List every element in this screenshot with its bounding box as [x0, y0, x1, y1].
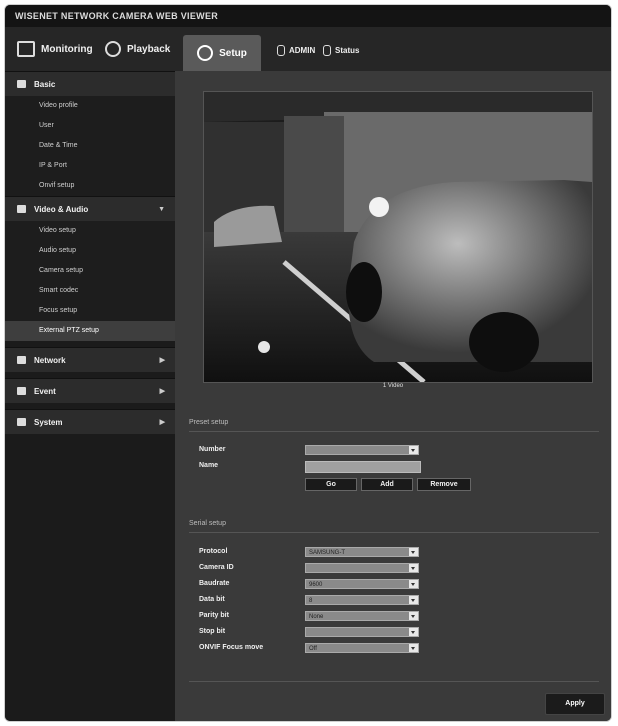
- chevron-down-icon: [409, 612, 418, 620]
- parity-bit-label: Parity bit: [199, 612, 229, 619]
- serial-setup-title: Serial setup: [189, 520, 226, 527]
- sidebar-item-user[interactable]: User: [5, 116, 175, 136]
- setup-label: Setup: [219, 47, 247, 59]
- baudrate-value: 9600: [309, 582, 323, 588]
- sidebar-item-ip-port[interactable]: IP & Port: [5, 156, 175, 176]
- sidebar-item-video-setup[interactable]: Video setup: [5, 221, 175, 241]
- sidebar: Basic Video profile User Date & Time IP …: [5, 71, 175, 721]
- sidebar-group-event[interactable]: Event ▶: [5, 378, 175, 403]
- user-label: ADMIN: [289, 46, 316, 55]
- playback-label: Playback: [127, 43, 171, 55]
- baudrate-label: Baudrate: [199, 580, 230, 587]
- sidebar-item-onvif-setup[interactable]: Onvif setup: [5, 176, 175, 196]
- preset-add-button[interactable]: Add: [361, 478, 413, 491]
- basic-icon: [17, 80, 26, 88]
- monitoring-label: Monitoring: [41, 43, 93, 55]
- data-bit-label: Data bit: [199, 596, 225, 603]
- status-button[interactable]: Status: [323, 45, 359, 56]
- sidebar-group-label: Video & Audio: [34, 204, 89, 214]
- playback-button[interactable]: Playback: [105, 35, 170, 63]
- sidebar-group-label: System: [34, 417, 63, 427]
- playback-icon: [105, 41, 121, 57]
- sidebar-item-camera-setup[interactable]: Camera setup: [5, 261, 175, 281]
- system-icon: [17, 418, 26, 426]
- preset-number-select[interactable]: [305, 445, 419, 455]
- onvif-focus-move-value: Off: [309, 646, 317, 652]
- chevron-down-icon: [409, 628, 418, 636]
- sidebar-item-external-ptz-setup[interactable]: External PTZ setup: [5, 321, 175, 341]
- tab-setup[interactable]: Setup: [183, 35, 261, 71]
- parity-bit-value: None: [309, 614, 324, 620]
- sidebar-group-network[interactable]: Network ▶: [5, 347, 175, 372]
- section-divider: [189, 532, 599, 533]
- preview-caption: 1 Video: [382, 383, 404, 389]
- sidebar-group-label: Event: [34, 386, 56, 396]
- onvif-focus-move-select[interactable]: Off: [305, 643, 419, 653]
- data-bit-value: 8: [309, 598, 313, 604]
- preset-number-label: Number: [199, 446, 226, 453]
- sidebar-item-focus-setup[interactable]: Focus setup: [5, 301, 175, 321]
- app-title: WISENET NETWORK CAMERA WEB VIEWER: [5, 5, 611, 27]
- top-navigation: Monitoring Playback Setup ADMIN Status: [5, 27, 611, 72]
- data-bit-select[interactable]: 8: [305, 595, 419, 605]
- main-content: 1 Video Preset setup Number Name Go Add …: [175, 71, 611, 721]
- sidebar-item-audio-setup[interactable]: Audio setup: [5, 241, 175, 261]
- user-icon: [277, 45, 285, 56]
- status-icon: [323, 45, 331, 56]
- status-label: Status: [335, 46, 360, 55]
- sidebar-group-system[interactable]: System ▶: [5, 409, 175, 434]
- chevron-down-icon: [409, 446, 418, 454]
- chevron-down-icon: [409, 564, 418, 572]
- stop-bit-select[interactable]: [305, 627, 419, 637]
- camera-preview-image: [204, 92, 592, 382]
- camera-preview: [203, 91, 593, 383]
- sidebar-group-basic[interactable]: Basic: [5, 71, 175, 96]
- apply-button[interactable]: Apply: [545, 693, 605, 715]
- protocol-value: SAMSUNG-T: [309, 550, 345, 556]
- chevron-down-icon: ▼: [158, 205, 165, 213]
- monitoring-button[interactable]: Monitoring: [17, 35, 93, 63]
- sidebar-group-video-audio[interactable]: Video & Audio ▼: [5, 196, 175, 221]
- preset-remove-button[interactable]: Remove: [417, 478, 471, 491]
- parity-bit-select[interactable]: None: [305, 611, 419, 621]
- camera-id-label: Camera ID: [199, 564, 234, 571]
- chevron-down-icon: [409, 644, 418, 652]
- chevron-down-icon: [409, 548, 418, 556]
- section-divider: [189, 681, 599, 682]
- gear-icon: [197, 45, 214, 61]
- sidebar-item-video-profile[interactable]: Video profile: [5, 96, 175, 116]
- preset-name-input[interactable]: [305, 461, 421, 473]
- chevron-right-icon: ▶: [159, 419, 165, 426]
- video-audio-icon: [17, 205, 26, 213]
- onvif-focus-move-label: ONVIF Focus move: [199, 644, 264, 651]
- sidebar-item-smart-codec[interactable]: Smart codec: [5, 281, 175, 301]
- app-window: WISENET NETWORK CAMERA WEB VIEWER Monito…: [4, 4, 612, 722]
- protocol-select[interactable]: SAMSUNG-T: [305, 547, 419, 557]
- chevron-right-icon: ▶: [159, 357, 165, 364]
- stop-bit-label: Stop bit: [199, 628, 226, 635]
- chevron-down-icon: [409, 596, 418, 604]
- network-icon: [17, 356, 26, 364]
- section-divider: [189, 431, 599, 432]
- camera-id-select[interactable]: [305, 563, 419, 573]
- preset-setup-title: Preset setup: [189, 419, 229, 426]
- user-menu[interactable]: ADMIN: [277, 45, 315, 56]
- protocol-label: Protocol: [199, 548, 228, 555]
- sidebar-group-label: Network: [34, 355, 66, 365]
- chevron-right-icon: ▶: [159, 388, 165, 395]
- chevron-down-icon: [409, 580, 418, 588]
- event-icon: [17, 387, 26, 395]
- monitor-icon: [17, 41, 35, 57]
- preset-name-label: Name: [199, 462, 219, 469]
- sidebar-item-date-time[interactable]: Date & Time: [5, 136, 175, 156]
- preset-go-button[interactable]: Go: [305, 478, 357, 491]
- sidebar-group-label: Basic: [34, 79, 56, 89]
- baudrate-select[interactable]: 9600: [305, 579, 419, 589]
